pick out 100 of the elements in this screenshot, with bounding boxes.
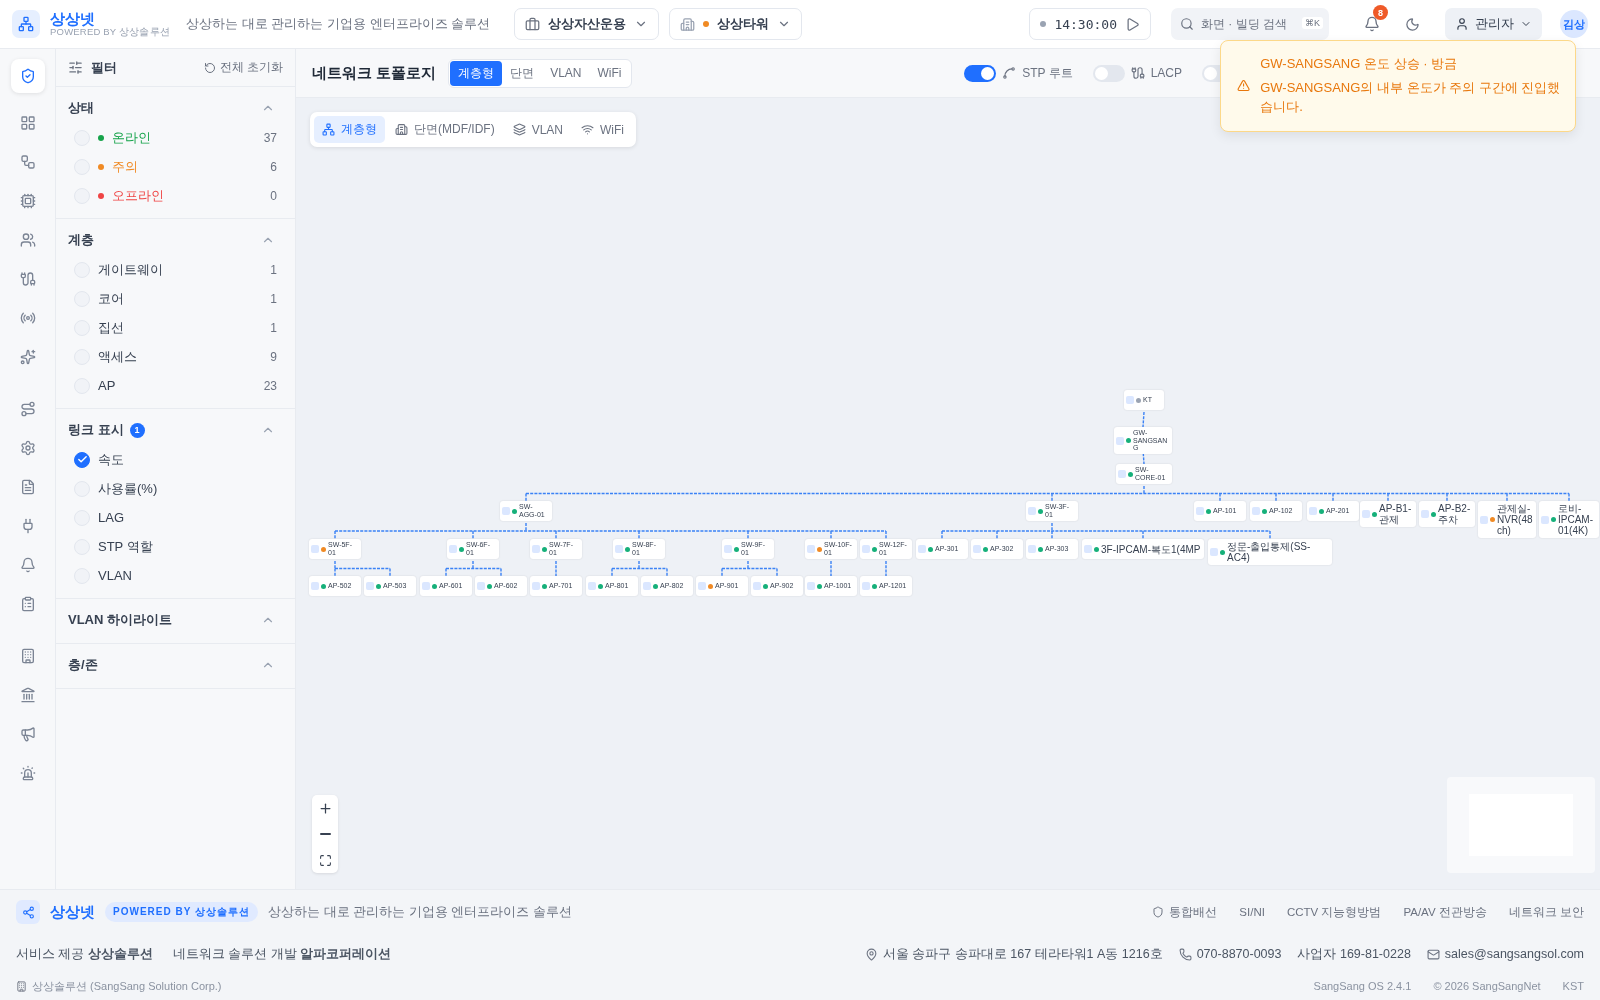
device-node[interactable]: 로비-IPCAM-01(4K) bbox=[1539, 501, 1599, 538]
device-icon bbox=[1541, 515, 1549, 524]
building-icon bbox=[680, 16, 696, 32]
phone-text: 070-8870-0093 bbox=[1196, 947, 1282, 961]
minus-icon bbox=[319, 833, 331, 835]
view-tab[interactable]: 계층형 bbox=[450, 60, 503, 86]
device-icon bbox=[532, 582, 540, 590]
device-icon bbox=[1421, 510, 1429, 518]
reset-button[interactable]: 전체 초기화 bbox=[203, 59, 283, 76]
section-header[interactable]: 층/존 bbox=[56, 650, 295, 680]
filter-count: 9 bbox=[270, 349, 277, 364]
device-name: 관제실-NVR(48ch) bbox=[1497, 503, 1534, 536]
clock-dot bbox=[1040, 21, 1047, 27]
device-icon bbox=[973, 545, 981, 553]
device-icon bbox=[1126, 396, 1134, 404]
pin-icon bbox=[864, 947, 878, 961]
user-menu[interactable]: 관리자 bbox=[1445, 8, 1542, 40]
status-dot bbox=[703, 21, 710, 27]
device-icon bbox=[1309, 507, 1317, 515]
footer-link[interactable]: CCTV 지능형방범 bbox=[1286, 904, 1382, 920]
device-name: AP-B1-관제 bbox=[1379, 503, 1413, 525]
view-tab[interactable]: 계층형 bbox=[314, 116, 385, 143]
filter-count: 1 bbox=[270, 291, 277, 306]
check-icon bbox=[76, 454, 88, 465]
device-name: 정문-출입통제(SS-AC4) bbox=[1227, 541, 1312, 563]
toggle-label: LACP bbox=[1150, 66, 1182, 80]
device-icon bbox=[807, 545, 815, 553]
device-node[interactable]: 정문-출입통제(SS-AC4) bbox=[1208, 539, 1332, 565]
device-node[interactable]: 관제실-NVR(48ch) bbox=[1478, 501, 1536, 538]
view-tab[interactable]: VLAN bbox=[542, 60, 590, 86]
copyright-text: © 2026 SangSangNet bbox=[1433, 980, 1541, 992]
clock-display[interactable]: 14:30:00 bbox=[1029, 8, 1151, 40]
footer-link[interactable]: SI/NI bbox=[1239, 906, 1265, 918]
section-header[interactable]: 계층 bbox=[56, 225, 295, 255]
nav-button[interactable] bbox=[10, 59, 45, 93]
credit-text: 서비스 제공 상상솔루션 bbox=[16, 945, 153, 963]
view-tab[interactable]: VLAN bbox=[504, 116, 571, 143]
device-icon bbox=[502, 507, 510, 515]
device-icon bbox=[698, 582, 706, 590]
checkbox[interactable] bbox=[74, 451, 90, 468]
page-title: 네트워크 토폴로지 bbox=[312, 63, 437, 83]
play-icon bbox=[1125, 16, 1140, 32]
phone-icon bbox=[1178, 947, 1192, 961]
filter-label: 주의 bbox=[112, 157, 139, 176]
company-select[interactable]: 상상자산운용 bbox=[514, 8, 660, 40]
device-node[interactable]: AP-B2-주차 bbox=[1419, 501, 1475, 527]
device-icon bbox=[1252, 507, 1260, 515]
filter-label: 속도 bbox=[98, 450, 125, 469]
toggle-switch[interactable] bbox=[1092, 64, 1125, 82]
logo-icon bbox=[16, 900, 40, 924]
clipboard-icon bbox=[19, 596, 36, 612]
device-icon bbox=[449, 545, 457, 553]
footer-link[interactable]: 네트워크 보안 bbox=[1508, 904, 1584, 920]
timezone-text: KST bbox=[1562, 980, 1584, 992]
toggle-switch[interactable] bbox=[964, 64, 997, 82]
device-icon bbox=[311, 582, 319, 590]
device-node[interactable]: 3F-IPCAM-복도1(4MP bbox=[1082, 539, 1204, 559]
filter-label: VLAN bbox=[98, 568, 133, 583]
chip-icon bbox=[19, 193, 36, 209]
device-icon bbox=[588, 582, 596, 590]
device-icon bbox=[1116, 436, 1124, 445]
filter-label: 오프라인 bbox=[112, 186, 165, 205]
view-tab[interactable]: 단면(MDF/IDF) bbox=[387, 116, 503, 143]
view-tab[interactable]: 단면 bbox=[502, 60, 543, 86]
section-header[interactable]: 링크 표시 1 bbox=[56, 415, 295, 445]
device-icon bbox=[1480, 515, 1488, 524]
building-select[interactable]: 상상타워 bbox=[669, 8, 803, 40]
device-name: 3F-IPCAM-복도1(4MP bbox=[1101, 543, 1201, 555]
warning-icon bbox=[1237, 78, 1251, 94]
device-icon bbox=[643, 582, 651, 590]
user-avatar[interactable]: 김상 bbox=[1560, 10, 1588, 38]
device-node[interactable]: AP-B1-관제 bbox=[1360, 501, 1416, 527]
connector-line bbox=[1142, 412, 1145, 427]
footer-link[interactable]: 통합배선 bbox=[1169, 904, 1218, 920]
view-tab[interactable]: WiFi bbox=[589, 60, 630, 86]
section-header[interactable]: 상태 bbox=[56, 93, 295, 123]
view-tab[interactable]: WiFi bbox=[573, 116, 632, 143]
filter-label: 액세스 bbox=[98, 347, 138, 366]
business-number: 사업자 169-81-0228 bbox=[1297, 945, 1411, 963]
moon-icon bbox=[1404, 16, 1420, 32]
cable-icon bbox=[19, 271, 36, 287]
device-icon bbox=[918, 545, 926, 553]
section-header[interactable]: VLAN 하이라이트 bbox=[56, 605, 295, 635]
wifi-icon bbox=[581, 123, 594, 136]
device-icon bbox=[1210, 548, 1218, 556]
settings-icon bbox=[19, 440, 36, 456]
logo-icon bbox=[12, 10, 40, 38]
connector-line bbox=[445, 561, 502, 576]
filter-label: 게이트웨이 bbox=[98, 260, 164, 279]
document-icon bbox=[19, 479, 36, 495]
reset-icon bbox=[203, 61, 216, 74]
megaphone-icon bbox=[19, 726, 36, 742]
device-icon bbox=[532, 545, 540, 553]
filter-count: 0 bbox=[270, 188, 277, 203]
powered-by: POWERED BY 상상솔루션 bbox=[50, 26, 171, 37]
building-icon bbox=[395, 123, 408, 136]
grid-icon bbox=[19, 115, 36, 131]
footer-link[interactable]: PA/AV 전관방송 bbox=[1403, 904, 1487, 920]
route-icon bbox=[19, 401, 36, 417]
fullscreen-icon bbox=[318, 853, 332, 867]
